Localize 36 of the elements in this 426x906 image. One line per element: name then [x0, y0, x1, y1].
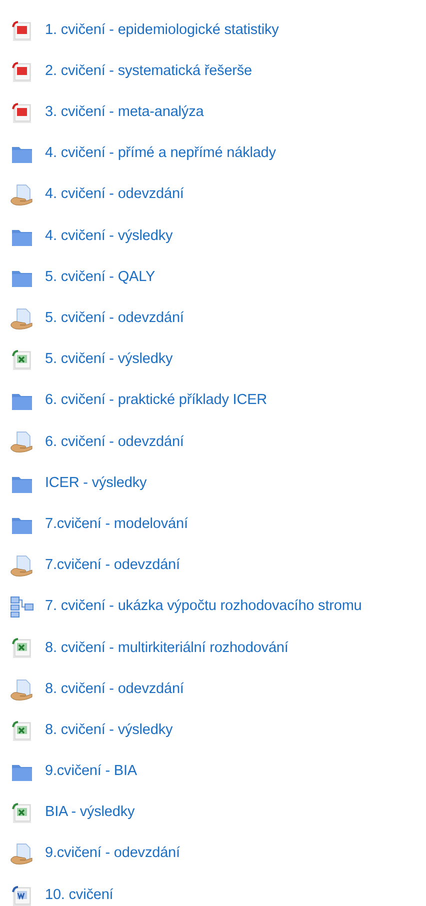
hand-with-document-icon — [10, 430, 34, 454]
hand-with-document-icon — [10, 306, 34, 331]
spreadsheet-file-icon — [10, 636, 34, 660]
activity-link[interactable]: 8. cvičení - odevzdání — [45, 678, 184, 700]
activity-link[interactable]: 6. cvičení - odevzdání — [45, 432, 184, 454]
activity-link[interactable]: 4. cvičení - výsledky — [45, 226, 173, 248]
activity-link[interactable]: 3. cvičení - meta-analýza — [45, 102, 204, 124]
tree-diagram-icon — [10, 595, 34, 620]
activity-link[interactable]: 6. cvičení - praktické příklady ICER — [45, 390, 268, 412]
activity-link[interactable]: 9.cvičení - BIA — [45, 761, 137, 783]
activity-link[interactable]: 10. cvičení — [45, 884, 114, 906]
pdf-file-icon — [10, 60, 34, 84]
pdf-file-icon — [10, 100, 34, 125]
hand-with-document-icon — [10, 554, 34, 578]
activity-link[interactable]: 5. cvičení - odevzdání — [45, 308, 184, 330]
activity-link[interactable]: 5. cvičení - výsledky — [45, 349, 173, 371]
activity-link[interactable]: 7.cvičení - odevzdání — [45, 555, 180, 577]
activity-link[interactable]: 4. cvičení - přímé a nepřímé náklady — [45, 143, 276, 166]
activity-link[interactable]: BIA - výsledky — [45, 802, 135, 824]
pdf-file-icon — [10, 18, 34, 43]
activity-link[interactable]: 5. cvičení - QALY — [45, 266, 156, 289]
activity-link[interactable]: 9.cvičení - odevzdání — [45, 843, 180, 866]
hand-with-document-icon — [10, 678, 34, 702]
activity-link[interactable]: 8. cvičení - výsledky — [45, 720, 173, 742]
hand-with-document-icon — [10, 183, 34, 208]
activity-link[interactable]: 8. cvičení - multirkiteriální rozhodování — [45, 638, 288, 660]
activity-link[interactable]: 7.cvičení - modelování — [45, 514, 188, 536]
activity-link[interactable]: 2. cvičení - systematická řešerše — [45, 60, 252, 83]
spreadsheet-file-icon — [10, 801, 34, 826]
activity-link[interactable]: 4. cvičení - odevzdání — [45, 184, 184, 206]
spreadsheet-file-icon — [10, 348, 34, 372]
hand-with-document-icon — [10, 842, 34, 866]
activity-link[interactable]: 1. cvičení - epidemiologické statistiky — [45, 20, 279, 42]
activity-link[interactable]: ICER - výsledky — [45, 472, 147, 495]
activity-link[interactable]: 7. cvičení - ukázka výpočtu rozhodovacího stromu — [45, 596, 362, 618]
spreadsheet-file-icon — [10, 718, 34, 743]
